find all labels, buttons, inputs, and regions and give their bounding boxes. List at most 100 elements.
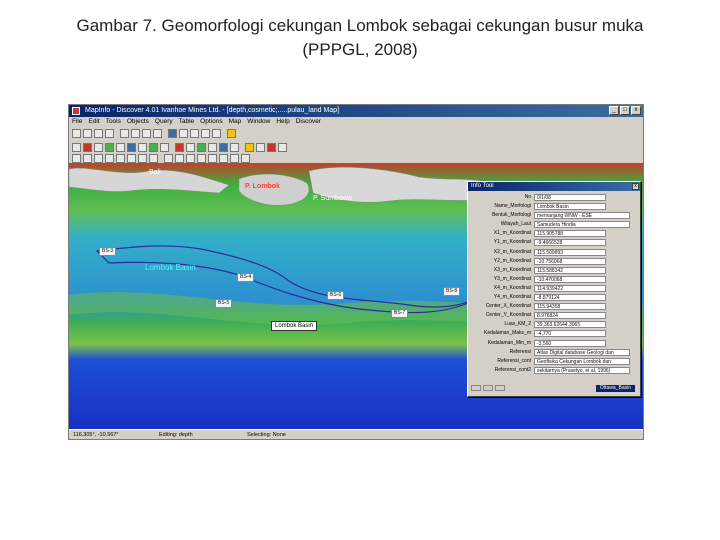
field-value[interactable]: 8.976824 xyxy=(534,312,606,320)
close-button[interactable]: x xyxy=(631,106,641,115)
minimize-button[interactable]: _ xyxy=(609,106,619,115)
field-value[interactable]: -8.879124 xyxy=(534,294,606,302)
window-titlebar[interactable]: MapInfo - Discover 4.01 Ivanhoe Mines Lt… xyxy=(69,105,643,117)
field-value[interactable]: 0/1/08 xyxy=(534,194,606,201)
label-icon[interactable] xyxy=(127,154,136,163)
new-mapper-icon[interactable] xyxy=(179,129,188,138)
info-tool-close-button[interactable]: x xyxy=(632,183,639,190)
layer-icon[interactable] xyxy=(127,143,136,152)
station-marker[interactable]: BS-7 xyxy=(391,309,409,318)
field-value[interactable]: sekitarnya (Prasetyo, et al, 1996) xyxy=(534,366,630,374)
field-value[interactable]: Lombok Basin xyxy=(534,203,606,211)
field-value[interactable]: memanjang WNW - ESE xyxy=(534,212,630,220)
copy-icon[interactable] xyxy=(131,129,140,138)
grabber-icon[interactable] xyxy=(105,154,114,163)
menu-discover[interactable]: Discover xyxy=(293,117,324,127)
survey-icon[interactable] xyxy=(149,143,158,152)
surface-icon[interactable] xyxy=(219,143,228,152)
station-marker[interactable]: BS-4 xyxy=(237,273,255,282)
frame-icon[interactable] xyxy=(278,143,287,152)
geochem-icon[interactable] xyxy=(230,143,239,152)
drag-icon[interactable] xyxy=(164,154,173,163)
ellipse-icon[interactable] xyxy=(230,154,239,163)
menu-options[interactable]: Options xyxy=(197,117,225,127)
zoom-in-icon[interactable] xyxy=(83,154,92,163)
open-icon[interactable] xyxy=(83,129,92,138)
radius-icon[interactable] xyxy=(94,143,103,152)
marquee-icon[interactable] xyxy=(83,143,92,152)
line-style-icon[interactable] xyxy=(186,143,195,152)
new-icon[interactable] xyxy=(72,129,81,138)
info-icon[interactable] xyxy=(116,154,125,163)
new-layout-icon[interactable] xyxy=(201,129,210,138)
polygon-select-icon[interactable] xyxy=(105,143,114,152)
select-icon[interactable] xyxy=(72,154,81,163)
new-browser-icon[interactable] xyxy=(168,129,177,138)
drillhole-icon[interactable] xyxy=(197,143,206,152)
maximize-button[interactable]: □ xyxy=(620,106,630,115)
map-view[interactable]: Bali P. Lombok P. Sumbawa Lombok Basin B… xyxy=(69,163,643,429)
polyline-icon[interactable] xyxy=(197,154,206,163)
save-icon[interactable] xyxy=(94,129,103,138)
status-editing[interactable]: Editing: depth xyxy=(159,430,193,440)
station-marker[interactable]: BS-6 xyxy=(327,291,345,300)
info-tool-titlebar[interactable]: Info Tool x xyxy=(468,182,640,191)
field-value[interactable]: 114.939422 xyxy=(534,284,606,292)
menu-tools[interactable]: Tools xyxy=(103,117,124,127)
help-icon[interactable] xyxy=(227,129,236,138)
zoom-out-icon[interactable] xyxy=(94,154,103,163)
text-icon[interactable] xyxy=(160,143,169,152)
field-value[interactable]: Atlas Digital database Geologi dan xyxy=(534,348,630,356)
nav-prev-button[interactable] xyxy=(483,385,493,391)
station-marker[interactable]: BS-5 xyxy=(215,299,233,308)
rectangle-icon[interactable] xyxy=(241,154,250,163)
grid-icon[interactable] xyxy=(138,143,147,152)
station-marker[interactable]: BS-8 xyxy=(443,287,461,296)
symbol-draw-icon[interactable] xyxy=(175,154,184,163)
status-selecting[interactable]: Selecting: None xyxy=(247,430,286,440)
station-marker[interactable]: BS-3 xyxy=(99,247,117,256)
undo-icon[interactable] xyxy=(153,129,162,138)
field-value[interactable]: 39,363.62644.3065 xyxy=(534,321,606,329)
field-value[interactable]: 115.905788 xyxy=(534,230,606,238)
arrow-icon[interactable] xyxy=(72,143,81,152)
compass-icon[interactable] xyxy=(267,143,276,152)
menu-file[interactable]: File xyxy=(69,117,85,127)
ruler-icon[interactable] xyxy=(138,154,147,163)
nav-list-button[interactable] xyxy=(495,385,505,391)
print-icon[interactable] xyxy=(105,129,114,138)
field-value[interactable]: 115.509893 xyxy=(534,248,606,256)
menu-objects[interactable]: Objects xyxy=(124,117,152,127)
field-value[interactable]: -4,770 xyxy=(534,330,606,338)
field-value[interactable]: -10.756068 xyxy=(534,257,606,265)
scale-icon[interactable] xyxy=(256,143,265,152)
section-icon[interactable] xyxy=(208,143,217,152)
new-grapher-icon[interactable] xyxy=(190,129,199,138)
field-value[interactable]: -10.470068 xyxy=(534,275,606,283)
menu-query[interactable]: Query xyxy=(152,117,176,127)
field-value[interactable]: 115.588342 xyxy=(534,266,606,274)
paste-icon[interactable] xyxy=(142,129,151,138)
info-tool-layer[interactable]: Ottawa_Basin xyxy=(595,385,635,392)
symbol-icon[interactable] xyxy=(175,143,184,152)
field-value[interactable]: 115.94358 xyxy=(534,303,606,311)
layer-control-icon[interactable] xyxy=(149,154,158,163)
field-value[interactable]: Samudera Hindia xyxy=(534,221,630,229)
boundary-select-icon[interactable] xyxy=(116,143,125,152)
arc-icon[interactable] xyxy=(208,154,217,163)
redistrict-icon[interactable] xyxy=(212,129,221,138)
menu-table[interactable]: Table xyxy=(176,117,198,127)
nav-first-button[interactable] xyxy=(471,385,481,391)
field-label: Referensi_cont xyxy=(497,357,531,364)
field-value[interactable]: -9.4666528 xyxy=(534,239,606,247)
cut-icon[interactable] xyxy=(120,129,129,138)
polygon-icon[interactable] xyxy=(219,154,228,163)
menu-edit[interactable]: Edit xyxy=(85,117,102,127)
menu-map[interactable]: Map xyxy=(226,117,245,127)
line-draw-icon[interactable] xyxy=(186,154,195,163)
field-value[interactable]: -3,560 xyxy=(534,339,606,347)
menu-window[interactable]: Window xyxy=(244,117,273,127)
legend-icon[interactable] xyxy=(245,143,254,152)
menu-help[interactable]: Help xyxy=(273,117,292,127)
field-value[interactable]: Geofisika Cekungan Lombok dan xyxy=(534,357,630,365)
